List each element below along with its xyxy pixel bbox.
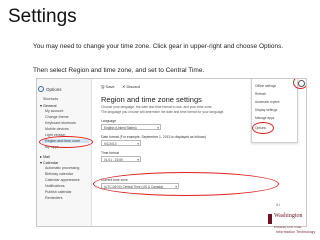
highlight-oval-time-zone xyxy=(93,172,279,196)
sidebar-item-mobile-devices[interactable]: Mobile devices xyxy=(45,127,69,131)
outlook-settings-screenshot: Options Shortcuts ▾ General My account C… xyxy=(36,78,307,227)
language-label: Language xyxy=(101,119,117,123)
highlight-oval-region xyxy=(39,136,93,148)
page-number: 81 xyxy=(276,202,281,207)
logo-subtitle: University in St. Louis xyxy=(274,225,302,229)
menu-item-display-settings[interactable]: Display settings xyxy=(255,108,277,112)
sidebar-section-label: General xyxy=(42,104,57,108)
slide-title: Settings xyxy=(8,6,77,27)
sidebar-item-reminders[interactable]: Reminders xyxy=(45,196,62,200)
sidebar-section-label: Calendar xyxy=(42,161,59,165)
instruction-text-gear: You may need to change your time zone. C… xyxy=(33,43,284,50)
menu-item-offline-settings[interactable]: Offline settings xyxy=(255,84,276,88)
date-format-value: 9/1/2013 xyxy=(104,142,117,146)
panel-heading: Region and time zone settings xyxy=(101,95,202,104)
time-format-value: 01:01 - 23:59 xyxy=(104,158,123,162)
sidebar-item-my-account[interactable]: My account xyxy=(45,109,63,113)
chevron-down-icon: ▾ xyxy=(157,126,159,130)
panel-description-line: The language you choose will determine t… xyxy=(101,110,225,114)
sidebar-section-label: Mail xyxy=(42,155,50,159)
language-select[interactable]: English (United States) ▾ xyxy=(101,124,161,130)
instruction-text-region: Then select Region and time zone, and se… xyxy=(33,67,205,74)
chevron-down-icon: ▾ xyxy=(137,158,139,162)
highlight-oval-options xyxy=(252,122,274,134)
sidebar-item-change-theme[interactable]: Change theme xyxy=(45,115,69,119)
sidebar-item-keyboard-shortcuts[interactable]: Keyboard shortcuts xyxy=(45,121,76,125)
back-arrow-icon[interactable] xyxy=(38,86,44,92)
save-button[interactable]: 🖫 Save xyxy=(101,84,115,91)
options-sidebar: Options Shortcuts ▾ General My account C… xyxy=(37,79,92,226)
sidebar-item-birthday-calendar[interactable]: Birthday calendar xyxy=(45,172,73,176)
sidebar-section-calendar[interactable]: ▾ Calendar xyxy=(40,160,58,165)
time-format-label: Time format xyxy=(101,151,119,155)
save-label: Save xyxy=(105,84,115,89)
sidebar-item-notifications[interactable]: Notifications xyxy=(45,184,65,188)
menu-item-manage-apps[interactable]: Manage apps xyxy=(255,116,274,120)
time-format-select[interactable]: 01:01 - 23:59 ▾ xyxy=(101,156,141,162)
discard-label: Discard xyxy=(126,84,141,89)
panel-description: Choose your language, the date and time … xyxy=(101,105,224,115)
language-value: English (United States) xyxy=(104,126,137,130)
sidebar-item-shortcuts[interactable]: Shortcuts xyxy=(43,97,58,101)
sidebar-item-publish-calendar[interactable]: Publish calendar xyxy=(45,190,72,194)
university-shield-icon xyxy=(268,214,272,224)
sidebar-item-automatic-processing[interactable]: Automatic processing xyxy=(45,166,79,170)
logo-unit: Information Technology xyxy=(276,230,316,234)
discard-button[interactable]: ✕ Discard xyxy=(122,84,140,89)
menu-item-refresh[interactable]: Refresh xyxy=(255,92,266,96)
logo-name: Washington xyxy=(274,213,303,219)
menu-item-automatic-replies[interactable]: Automatic replies xyxy=(255,100,279,104)
options-heading: Options xyxy=(46,87,62,92)
sidebar-section-mail[interactable]: ▸ Mail xyxy=(40,154,50,159)
date-format-label: Date format (For example, September 1, 2… xyxy=(101,135,206,139)
highlight-oval-gear xyxy=(293,79,306,89)
sidebar-item-calendar-appearance[interactable]: Calendar appearance xyxy=(45,178,80,182)
date-format-select[interactable]: 9/1/2013 ▾ xyxy=(101,140,141,146)
chevron-down-icon: ▾ xyxy=(137,142,139,146)
sidebar-section-general[interactable]: ▾ General xyxy=(40,103,56,108)
